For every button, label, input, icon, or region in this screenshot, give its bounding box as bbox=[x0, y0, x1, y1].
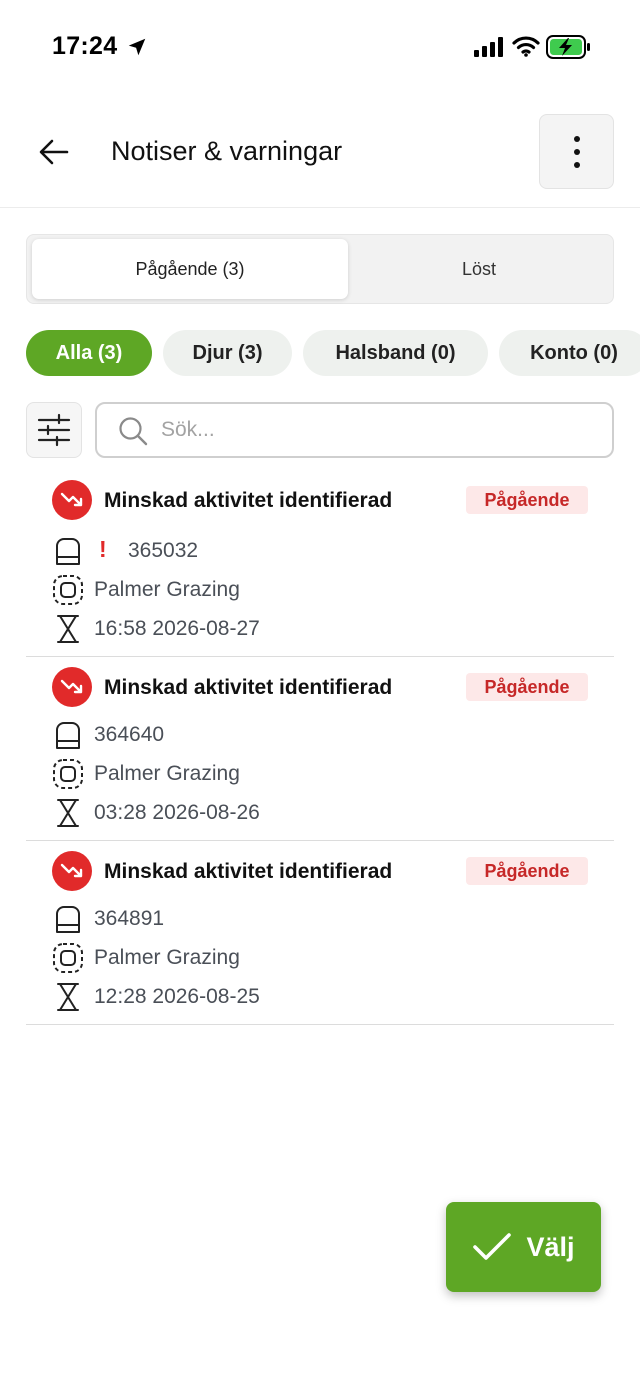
battery-charging-icon bbox=[546, 34, 592, 65]
chip-all[interactable]: Alla (3) bbox=[26, 330, 152, 376]
collar-id: 365032 bbox=[128, 539, 199, 562]
trending-down-icon bbox=[52, 851, 92, 891]
status-badge: Pågående bbox=[466, 486, 588, 514]
status-bar: 17:24 bbox=[0, 0, 640, 96]
collar-icon bbox=[52, 719, 84, 751]
sliders-icon bbox=[37, 413, 71, 447]
category-chips: Alla (3) Djur (3) Halsband (0) Konto (0) bbox=[26, 330, 640, 376]
select-button-label: Välj bbox=[526, 1231, 575, 1262]
location-name: Palmer Grazing bbox=[94, 762, 240, 785]
timestamp: 16:58 2026-08-27 bbox=[94, 617, 260, 640]
location-name: Palmer Grazing bbox=[94, 946, 240, 969]
collar-icon bbox=[52, 903, 84, 935]
arrow-left-icon bbox=[39, 139, 69, 165]
alert-item[interactable]: Minskad aktivitet identifierad Pågående … bbox=[26, 841, 614, 1025]
app-header: Notiser & varningar bbox=[0, 96, 640, 208]
status-time: 17:24 bbox=[52, 32, 118, 60]
chip-animals[interactable]: Djur (3) bbox=[163, 330, 292, 376]
more-vertical-icon bbox=[573, 135, 580, 168]
collar-id: 364891 bbox=[94, 907, 165, 930]
tab-ongoing[interactable]: Pågående (3) bbox=[32, 239, 348, 299]
chip-collars[interactable]: Halsband (0) bbox=[303, 330, 488, 376]
trending-down-icon bbox=[52, 480, 92, 520]
select-button[interactable]: Välj bbox=[446, 1202, 601, 1292]
timestamp: 12:28 2026-08-25 bbox=[94, 985, 260, 1008]
page-title: Notiser & varningar bbox=[111, 136, 343, 166]
chip-account[interactable]: Konto (0) bbox=[499, 330, 640, 376]
hourglass-icon bbox=[52, 613, 84, 645]
hourglass-icon bbox=[52, 797, 84, 829]
area-icon bbox=[52, 942, 84, 974]
filter-button[interactable] bbox=[26, 402, 82, 458]
tab-resolved[interactable]: Löst bbox=[348, 239, 610, 299]
cellular-signal-icon bbox=[474, 37, 506, 62]
trending-down-icon bbox=[52, 667, 92, 707]
alert-item[interactable]: Minskad aktivitet identifierad Pågående … bbox=[26, 657, 614, 841]
hourglass-icon bbox=[52, 981, 84, 1013]
wifi-icon bbox=[512, 35, 540, 62]
area-icon bbox=[52, 758, 84, 790]
warning-indicator: ! bbox=[99, 536, 107, 562]
checkmark-icon bbox=[473, 1233, 512, 1260]
alert-item[interactable]: Minskad aktivitet identifierad Pågående … bbox=[26, 470, 614, 657]
back-button[interactable] bbox=[32, 132, 76, 172]
search-icon bbox=[118, 416, 148, 451]
status-tabs: Pågående (3) Löst bbox=[26, 234, 614, 304]
status-badge: Pågående bbox=[466, 673, 588, 701]
timestamp: 03:28 2026-08-26 bbox=[94, 801, 260, 824]
alert-title: Minskad aktivitet identifierad bbox=[104, 676, 393, 699]
location-name: Palmer Grazing bbox=[94, 578, 240, 601]
collar-icon bbox=[52, 535, 84, 567]
area-icon bbox=[52, 574, 84, 606]
more-options-button[interactable] bbox=[539, 114, 614, 189]
search-box bbox=[95, 402, 614, 458]
search-input[interactable] bbox=[161, 414, 581, 446]
collar-id: 364640 bbox=[94, 723, 165, 746]
alert-title: Minskad aktivitet identifierad bbox=[104, 489, 393, 512]
alert-title: Minskad aktivitet identifierad bbox=[104, 860, 393, 883]
status-badge: Pågående bbox=[466, 857, 588, 885]
location-arrow-icon bbox=[126, 36, 148, 63]
